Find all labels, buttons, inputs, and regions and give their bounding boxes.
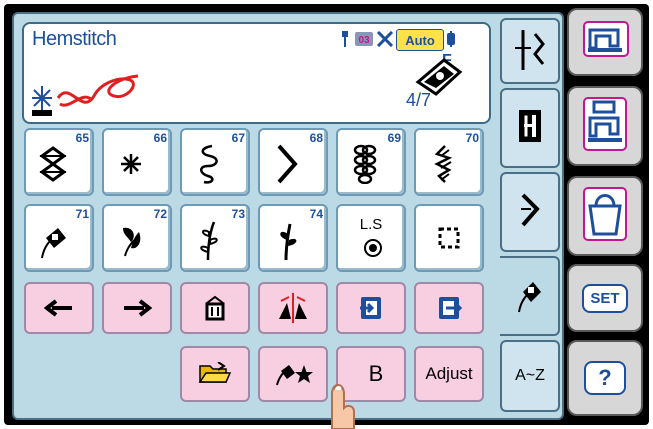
embroidery-machine-icon xyxy=(580,96,630,157)
cutter-icon xyxy=(376,29,394,49)
utility-stitch-icon xyxy=(513,26,547,77)
satin-stitch-icon xyxy=(513,274,545,319)
open-file-button[interactable] xyxy=(180,346,250,402)
stitch-number: 66 xyxy=(153,131,167,145)
stitch-button-70[interactable]: 70 xyxy=(414,128,484,196)
embroidery-mode-button[interactable] xyxy=(567,86,643,166)
move-left-button[interactable] xyxy=(24,282,94,334)
sewing-machine-icon xyxy=(580,20,630,65)
stitch-star-icon xyxy=(260,348,326,400)
insert-button[interactable] xyxy=(336,282,406,334)
auto-tension-badge: Auto xyxy=(396,29,444,51)
stitch-number: 65 xyxy=(75,131,89,145)
stitch-number: 72 xyxy=(153,207,167,221)
stitch-68-icon xyxy=(268,144,306,184)
lock-stitch-icon xyxy=(444,29,458,49)
set-label: SET xyxy=(582,283,628,313)
needle-down-icon xyxy=(363,238,383,258)
help-label: ? xyxy=(584,361,626,395)
sewing-mode-button[interactable] xyxy=(567,8,643,76)
svg-text:03: 03 xyxy=(358,35,370,46)
tab-character[interactable]: A~Z xyxy=(500,340,560,412)
bag-mode-button[interactable] xyxy=(567,176,643,256)
trash-icon xyxy=(182,284,248,332)
favorite-stitch-button[interactable] xyxy=(258,346,328,402)
stitch-title: Hemstitch xyxy=(32,28,117,50)
tab-buttonhole[interactable] xyxy=(500,88,560,168)
delete-button[interactable] xyxy=(180,282,250,334)
stitch-preview-icon xyxy=(32,74,139,116)
page-indicator: 4/7 xyxy=(406,90,432,110)
stitch-number: 71 xyxy=(75,207,89,221)
stitch-button-68[interactable]: 68 xyxy=(258,128,328,196)
az-label: A~Z xyxy=(515,367,545,384)
stitch-70-icon xyxy=(424,145,462,183)
mirror-frame-button[interactable] xyxy=(414,204,484,272)
stitch-66-icon xyxy=(112,146,150,182)
stitch-74-icon xyxy=(268,222,306,260)
stitch-button-69[interactable]: 69 xyxy=(336,128,406,196)
stitch-65-icon xyxy=(34,146,72,182)
stitch-button-71[interactable]: 71 xyxy=(24,204,94,272)
stitch-button-74[interactable]: 74 xyxy=(258,204,328,272)
bag-icon xyxy=(582,186,628,247)
stitch-button-73[interactable]: 73 xyxy=(180,204,250,272)
stitch-67-icon xyxy=(190,144,228,184)
stitch-button-67[interactable]: 67 xyxy=(180,128,250,196)
tab-utility[interactable] xyxy=(500,18,560,84)
stitch-button-66[interactable]: 66 xyxy=(102,128,172,196)
decorative-stitch-icon xyxy=(517,193,543,232)
stitch-button-65[interactable]: 65 xyxy=(24,128,94,196)
folder-open-icon xyxy=(182,348,248,400)
stitch-72-icon xyxy=(112,222,150,258)
stitch-number: 73 xyxy=(231,207,245,221)
stitch-number: 70 xyxy=(465,131,479,145)
tab-satin[interactable] xyxy=(500,256,560,336)
stitch-button-72[interactable]: 72 xyxy=(102,204,172,272)
stitch-number: 67 xyxy=(231,131,245,145)
buttonhole-icon xyxy=(518,109,542,148)
stitch-number: 74 xyxy=(309,207,323,221)
help-button[interactable]: ? xyxy=(567,340,643,416)
adjust-button[interactable]: Adjust xyxy=(414,346,484,402)
add-button[interactable] xyxy=(414,282,484,334)
mirror-icon xyxy=(260,284,326,332)
stitch-number: 68 xyxy=(309,131,323,145)
pointing-finger-icon xyxy=(331,384,355,429)
status-display: Hemstitch 03 Auto F 4/7 xyxy=(22,22,491,124)
tab-decorative[interactable] xyxy=(500,172,560,252)
mirror-button[interactable] xyxy=(258,282,328,334)
stitch-number: 69 xyxy=(387,131,401,145)
adjust-label: Adjust xyxy=(425,364,473,383)
add-memory-icon xyxy=(416,284,482,332)
stitch-73-icon xyxy=(190,221,228,260)
settings-button[interactable]: SET xyxy=(567,264,643,332)
ls-stitch-button[interactable]: L.S xyxy=(336,204,406,272)
insert-icon xyxy=(338,284,404,332)
stitch-69-icon xyxy=(346,144,384,184)
needle-position-icon xyxy=(340,29,350,49)
stitch-71-icon xyxy=(34,222,72,259)
arrow-left-icon xyxy=(26,284,92,332)
ls-label: L.S xyxy=(359,216,383,233)
move-right-button[interactable] xyxy=(102,282,172,334)
arrow-right-icon xyxy=(104,284,170,332)
twin-needle-icon: 03 xyxy=(354,29,374,49)
dotted-frame-icon xyxy=(416,206,482,270)
